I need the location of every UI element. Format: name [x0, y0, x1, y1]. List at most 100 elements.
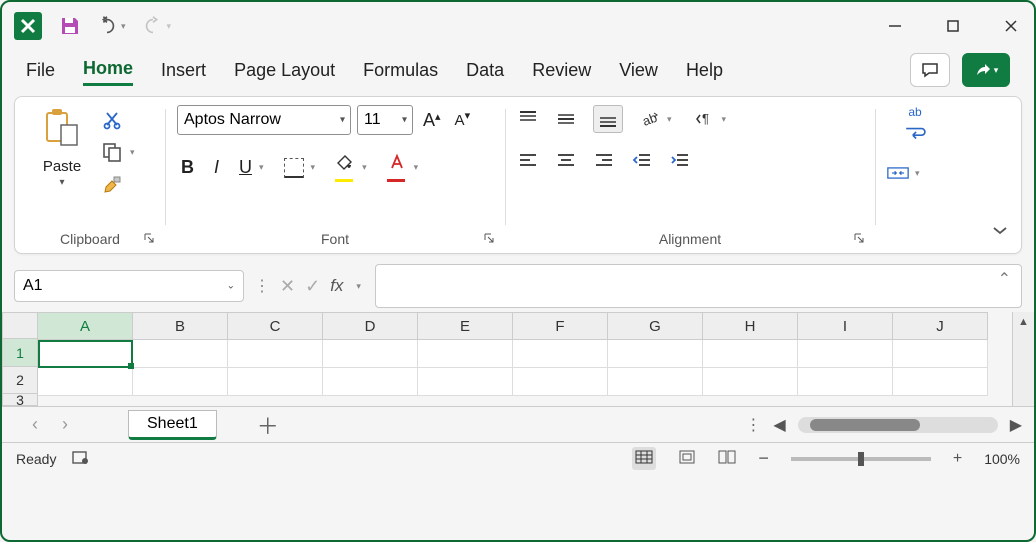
- close-button[interactable]: [1000, 15, 1022, 37]
- column-header[interactable]: G: [608, 312, 703, 340]
- expand-formula-bar-button[interactable]: ⌃: [998, 269, 1011, 289]
- column-header[interactable]: C: [228, 312, 323, 340]
- cell[interactable]: [133, 368, 228, 396]
- sheet-tab[interactable]: Sheet1: [128, 410, 217, 440]
- cell[interactable]: [513, 368, 608, 396]
- undo-button[interactable]: ▾: [96, 15, 126, 37]
- scroll-left-button[interactable]: ◀: [773, 415, 785, 435]
- macro-record-icon[interactable]: [72, 449, 90, 468]
- cell[interactable]: [893, 368, 988, 396]
- share-button[interactable]: ▾: [962, 53, 1010, 87]
- cell[interactable]: [513, 340, 608, 368]
- font-size-dropdown-icon[interactable]: ▾: [402, 115, 407, 126]
- paste-button[interactable]: [43, 107, 81, 152]
- row-header[interactable]: 3: [2, 394, 38, 406]
- merge-center-button[interactable]: ▾: [887, 162, 943, 184]
- undo-dropdown-icon[interactable]: ▾: [121, 21, 126, 32]
- column-header[interactable]: F: [513, 312, 608, 340]
- column-header[interactable]: H: [703, 312, 798, 340]
- format-painter-button[interactable]: [101, 173, 135, 197]
- orientation-button[interactable]: ab▾: [639, 108, 672, 130]
- tab-file[interactable]: File: [26, 56, 55, 85]
- name-box-dropdown-icon[interactable]: ⌄: [227, 281, 235, 292]
- clipboard-launcher-icon[interactable]: [143, 232, 155, 247]
- column-header[interactable]: A: [38, 312, 133, 340]
- save-button[interactable]: [58, 14, 82, 38]
- copy-button[interactable]: ▾: [101, 141, 135, 163]
- font-name-input[interactable]: Aptos Narrow ▾: [177, 105, 351, 135]
- align-center-button[interactable]: [555, 149, 577, 171]
- maximize-button[interactable]: [942, 15, 964, 37]
- column-header[interactable]: E: [418, 312, 513, 340]
- row-header[interactable]: 2: [2, 367, 38, 394]
- add-sheet-button[interactable]: ＋: [257, 409, 279, 441]
- minimize-button[interactable]: [884, 15, 906, 37]
- font-launcher-icon[interactable]: [483, 232, 495, 247]
- sheet-menu-button[interactable]: ⋮: [745, 415, 761, 435]
- fx-dropdown-icon[interactable]: ▾: [356, 281, 361, 292]
- cell[interactable]: [608, 368, 703, 396]
- insert-function-button[interactable]: fx: [330, 276, 343, 296]
- redo-button[interactable]: ▾: [142, 15, 172, 37]
- next-sheet-button[interactable]: ›: [62, 414, 68, 435]
- align-right-button[interactable]: [593, 149, 615, 171]
- scroll-up-icon[interactable]: ▲: [1018, 316, 1029, 328]
- cell[interactable]: [418, 368, 513, 396]
- copy-dropdown-icon[interactable]: ▾: [130, 147, 135, 158]
- italic-button[interactable]: I: [210, 155, 223, 180]
- bold-button[interactable]: B: [177, 155, 198, 180]
- cell[interactable]: [323, 340, 418, 368]
- fill-color-button[interactable]: ▾: [331, 151, 371, 184]
- tab-home[interactable]: Home: [83, 54, 133, 86]
- tab-page-layout[interactable]: Page Layout: [234, 56, 335, 85]
- column-header[interactable]: I: [798, 312, 893, 340]
- tab-review[interactable]: Review: [532, 56, 591, 85]
- underline-button[interactable]: U▾: [235, 155, 268, 180]
- cell[interactable]: [703, 340, 798, 368]
- select-all-button[interactable]: [2, 312, 38, 339]
- formula-input[interactable]: ⌃: [375, 264, 1022, 308]
- font-name-dropdown-icon[interactable]: ▾: [340, 115, 345, 126]
- grow-font-button[interactable]: A▴: [419, 108, 445, 133]
- cell[interactable]: [798, 368, 893, 396]
- tab-help[interactable]: Help: [686, 56, 723, 85]
- column-header[interactable]: B: [133, 312, 228, 340]
- font-color-button[interactable]: ▾: [383, 151, 423, 184]
- align-left-button[interactable]: [517, 149, 539, 171]
- tab-insert[interactable]: Insert: [161, 56, 206, 85]
- font-size-input[interactable]: 11 ▾: [357, 105, 413, 135]
- cell[interactable]: [133, 340, 228, 368]
- tab-formulas[interactable]: Formulas: [363, 56, 438, 85]
- zoom-in-button[interactable]: +: [953, 450, 962, 468]
- align-middle-button[interactable]: [555, 108, 577, 130]
- cut-button[interactable]: [101, 109, 135, 131]
- zoom-slider[interactable]: [791, 457, 931, 461]
- zoom-level[interactable]: 100%: [984, 451, 1020, 467]
- row-header[interactable]: 1: [2, 339, 38, 366]
- cell[interactable]: [798, 340, 893, 368]
- scroll-right-button[interactable]: ▶: [1010, 415, 1022, 435]
- align-bottom-button[interactable]: [593, 105, 623, 133]
- paste-dropdown-icon[interactable]: ▾: [59, 177, 64, 188]
- borders-button[interactable]: ▾: [280, 156, 320, 180]
- page-break-view-button[interactable]: [718, 450, 736, 467]
- shrink-font-button[interactable]: A▾: [451, 110, 475, 131]
- show-paragraph-button[interactable]: ¶▾: [694, 108, 727, 130]
- cancel-formula-button[interactable]: ✕: [280, 276, 295, 297]
- cell[interactable]: [893, 340, 988, 368]
- normal-view-button[interactable]: [632, 447, 656, 470]
- horizontal-scrollbar[interactable]: [798, 417, 998, 433]
- wrap-text-button[interactable]: ab: [887, 105, 943, 144]
- tab-view[interactable]: View: [619, 56, 658, 85]
- redo-dropdown-icon[interactable]: ▾: [167, 21, 172, 32]
- comments-button[interactable]: [910, 53, 950, 87]
- cell[interactable]: [703, 368, 798, 396]
- alignment-launcher-icon[interactable]: [853, 232, 865, 247]
- tab-data[interactable]: Data: [466, 56, 504, 85]
- name-box[interactable]: A1 ⌄: [14, 270, 244, 302]
- cell[interactable]: [418, 340, 513, 368]
- column-header[interactable]: D: [323, 312, 418, 340]
- cell[interactable]: [228, 340, 323, 368]
- increase-indent-button[interactable]: [669, 149, 691, 171]
- cell[interactable]: [38, 368, 133, 396]
